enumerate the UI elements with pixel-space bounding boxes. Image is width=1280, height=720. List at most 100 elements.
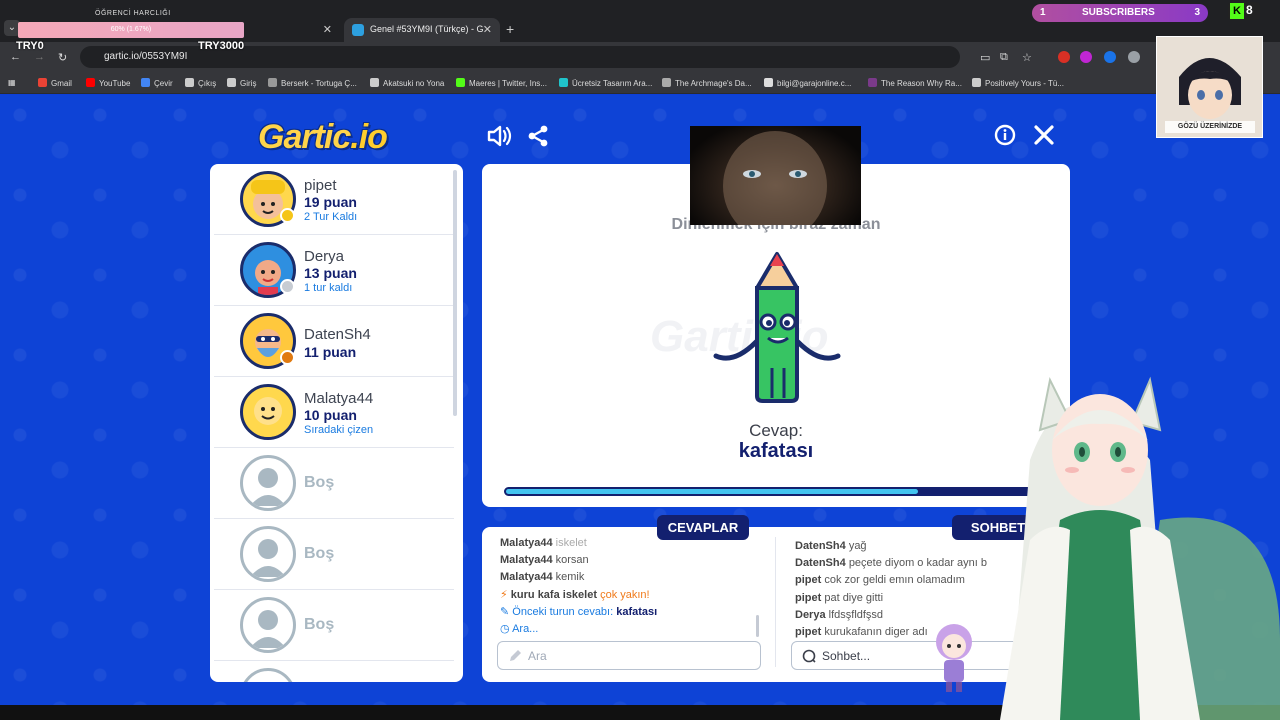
player-note: 1 tur kaldı	[304, 282, 353, 294]
answer-message: Malatya44 kemik	[500, 571, 585, 584]
anime-avatar-image: GÖZÜ ÜZERİNİZDE	[1156, 36, 1263, 138]
empty-player-slot	[214, 661, 454, 682]
empty-player-slot: Boş	[214, 590, 454, 661]
player-score: 11 puan	[304, 344, 357, 360]
bookmark-favicon-icon	[268, 78, 277, 87]
extension-icon[interactable]	[1104, 51, 1116, 63]
bookmark-item[interactable]: Çevir	[141, 78, 173, 88]
answer-message: Malatya44 korsan	[500, 554, 589, 567]
lightning-icon: ⚡	[500, 588, 508, 601]
player-status-dot	[280, 350, 295, 365]
kick-logo-icon: K	[1230, 3, 1244, 19]
player-score: 10 puan	[304, 407, 357, 423]
bookmark-item[interactable]: Positively Yours - Tü...	[972, 78, 1064, 88]
facecam-image	[690, 126, 861, 241]
share-icon[interactable]	[526, 124, 550, 154]
player-row[interactable]: pipet 19 puan 2 Tur Kaldı	[214, 164, 454, 235]
bookmark-favicon-icon	[86, 78, 95, 87]
extension-icon[interactable]	[1128, 51, 1140, 63]
empty-avatar-icon	[240, 597, 296, 653]
bookmark-favicon-icon	[38, 78, 47, 87]
bookmark-star-icon[interactable]: ☆	[1022, 51, 1032, 64]
kick-count: 8	[1246, 3, 1253, 17]
chat-bubble-icon	[802, 649, 816, 663]
bookmark-item[interactable]: Maeres | Twitter, Ins...	[456, 78, 547, 88]
empty-slot-label: Boş	[304, 616, 335, 633]
anime-logo-caption: GÖZÜ ÜZERİNİZDE	[1177, 123, 1243, 130]
bookmark-item[interactable]: bilgi@garajonline.c...	[764, 78, 851, 88]
pencil-mascot-icon	[712, 248, 842, 408]
empty-slot-label: Boş	[304, 545, 335, 562]
forward-icon[interactable]: →	[34, 51, 45, 63]
answers-feed: Malatya44 iskelet Malatya44 korsan Malat…	[500, 535, 770, 638]
vtuber-avatar-image	[960, 340, 1280, 720]
player-status-dot	[280, 279, 295, 294]
bookmark-favicon-icon	[227, 78, 236, 87]
player-list: pipet 19 puan 2 Tur Kaldı Derya 13 puan …	[210, 164, 463, 682]
overlay-goal-max: TRY3000	[198, 40, 245, 52]
overlay-goal-min: TRY0	[16, 40, 44, 52]
close-tab-icon[interactable]: ✕	[483, 23, 492, 36]
back-icon[interactable]: ←	[10, 51, 21, 63]
chat-divider	[775, 537, 776, 667]
empty-slot-label: Boş	[304, 474, 335, 491]
player-row[interactable]: Derya 13 puan 1 tur kaldı	[214, 235, 454, 306]
bookmark-favicon-icon	[559, 78, 568, 87]
bookmark-favicon-icon	[662, 78, 671, 87]
player-name: Malatya44	[304, 390, 374, 407]
cast-icon[interactable]: ▭	[980, 51, 990, 64]
player-list-scrollbar[interactable]	[453, 170, 457, 416]
close-tab-icon[interactable]: ✕	[323, 23, 332, 36]
bookmark-item[interactable]: The Reason Why Ra...	[868, 78, 962, 88]
browser-tab-active[interactable]: Genel #53YM9I (Türkçe) - G ✕	[344, 18, 500, 42]
bookmark-item[interactable]: Berserk - Tortuga Ç...	[268, 78, 357, 88]
player-note: 2 Tur Kaldı	[304, 211, 358, 223]
player-score: 13 puan	[304, 265, 357, 281]
subscribers-label: SUBSCRIBERS	[1082, 7, 1155, 18]
bookmark-item[interactable]: Gmail	[38, 78, 72, 88]
tab-answers[interactable]: CEVAPLAR	[657, 515, 749, 540]
new-tab-plus-icon[interactable]: +	[506, 21, 514, 37]
chibi-sticker-image	[928, 614, 980, 694]
answers-scrollbar[interactable]	[756, 615, 759, 637]
close-game-icon[interactable]	[1033, 124, 1055, 152]
sound-icon[interactable]	[486, 124, 512, 154]
apps-grid-icon[interactable]: ▦	[8, 78, 16, 87]
clock-icon: ◷	[500, 623, 510, 636]
player-note: Sıradaki çizen	[304, 424, 374, 436]
extension-icon[interactable]	[1080, 51, 1092, 63]
bookmark-favicon-icon	[764, 78, 773, 87]
player-row[interactable]: DatenSh4 11 puan	[214, 306, 454, 377]
bookmark-item[interactable]: The Archmage's Da...	[662, 78, 752, 88]
gartic-logo: Gartic.io	[258, 118, 388, 156]
pencil-icon	[508, 649, 522, 663]
overlay-goal-title: ÖĞRENCİ HARCLIĞI	[95, 10, 171, 17]
player-row[interactable]: Malatya44 10 puan Sıradaki çizen	[214, 377, 454, 448]
subscribers-current: 1	[1040, 7, 1046, 18]
search-link[interactable]: ◷ Ara...	[500, 621, 770, 638]
player-name: Derya	[304, 248, 345, 265]
empty-avatar-icon	[240, 455, 296, 511]
previous-answer: ✎ Önceki turun cevabı: kafatası	[500, 605, 658, 618]
subscribers-overlay: 1 SUBSCRIBERS 3	[1032, 4, 1208, 22]
player-avatar	[240, 384, 296, 440]
bookmark-item[interactable]: Giriş	[227, 78, 256, 88]
reload-icon[interactable]: ↻	[58, 51, 67, 64]
player-name: pipet	[304, 177, 337, 194]
bookmark-item[interactable]: Ücretsiz Tasarım Ara...	[559, 78, 652, 88]
overlay-goal-progress: 60% (1.67%)	[18, 22, 244, 38]
bookmark-item[interactable]: YouTube	[86, 78, 130, 88]
player-score: 19 puan	[304, 194, 357, 210]
bookmark-favicon-icon	[370, 78, 379, 87]
bookmark-item[interactable]: Akatsuki no Yona	[370, 78, 444, 88]
empty-avatar-icon	[240, 668, 296, 682]
timer-fill	[506, 489, 918, 494]
bookmark-favicon-icon	[972, 78, 981, 87]
answer-input[interactable]: Ara	[497, 641, 761, 670]
bookmark-favicon-icon	[185, 78, 194, 87]
extension-icon[interactable]	[1058, 51, 1070, 63]
bookmark-favicon-icon	[141, 78, 150, 87]
bookmark-item[interactable]: Çıkış	[185, 78, 216, 88]
info-icon[interactable]	[994, 124, 1016, 152]
translate-icon[interactable]: ⧉	[1000, 51, 1008, 64]
